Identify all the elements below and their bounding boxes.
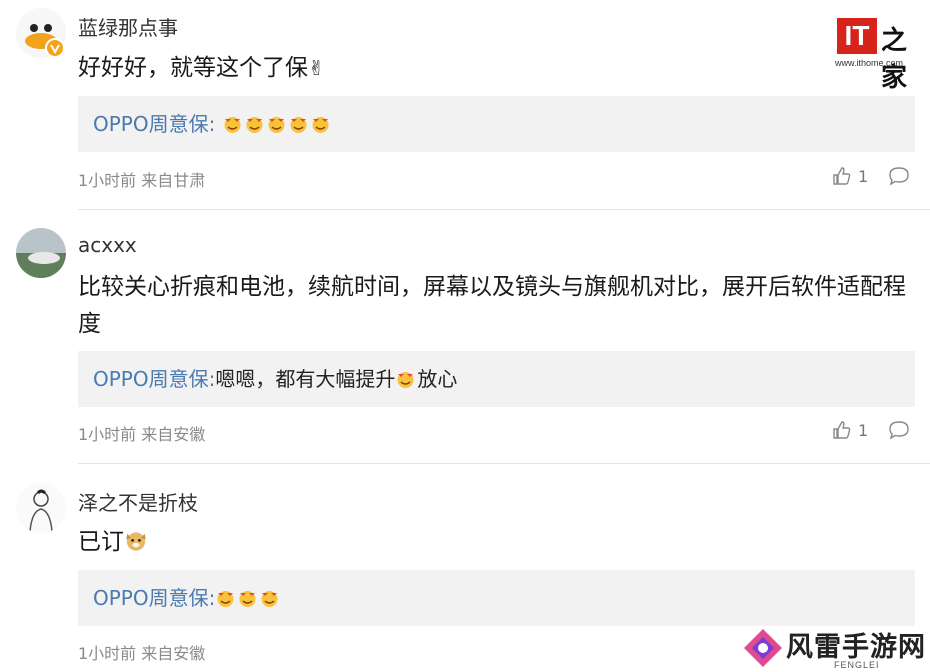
victory-hand-emoji-icon: ✌ [308, 56, 325, 80]
reply-text: 放心 [417, 367, 458, 391]
like-count: 1 [858, 420, 869, 440]
like-count: 1 [858, 166, 869, 186]
username[interactable]: 泽之不是折枝 [78, 487, 198, 516]
fenglei-watermark: 风雷手游网 FENGLEI [742, 625, 927, 672]
hearts-face-emoji-icon [224, 117, 241, 133]
comment-text: 已订 [78, 524, 908, 561]
username[interactable]: 蓝绿那点事 [78, 12, 178, 41]
thumbs-up-icon [833, 421, 851, 439]
hearts-face-emoji-icon [268, 117, 285, 133]
divider [78, 209, 930, 210]
reply-author[interactable]: OPPO周意保: [78, 367, 215, 391]
hearts-face-emoji-icon [217, 591, 234, 607]
avatar[interactable] [16, 228, 66, 278]
divider [78, 463, 930, 464]
reply-text: 嗯嗯，都有大幅提升 [215, 367, 396, 391]
landscape-avatar-icon [16, 228, 66, 278]
reply-box[interactable]: OPPO周意保:嗯嗯，都有大幅提升 放心 [78, 351, 915, 407]
thumbs-up-icon [833, 167, 851, 185]
comment-text-content: 好好好，就等这个了保 [78, 55, 308, 81]
ithome-logo-mark: IT [837, 18, 877, 54]
comment-bubble-icon[interactable] [888, 420, 910, 440]
comment-text: 比较关心折痕和电池，续航时间，屏幕以及镜头与旗舰机对比，展开后软件适配程度 [78, 274, 906, 337]
watermark-name: 风雷手游网 [786, 632, 926, 663]
verified-badge-icon [45, 38, 65, 58]
comment-text: 好好好，就等这个了保✌ [78, 50, 908, 87]
like-button[interactable]: 1 [832, 420, 868, 440]
username[interactable]: acxxx [78, 233, 137, 257]
fenglei-logo-icon [744, 629, 782, 667]
reply-author[interactable]: OPPO周意保: [78, 112, 215, 136]
hearts-face-emoji-icon [261, 591, 278, 607]
reply-box[interactable]: OPPO周意保: [78, 570, 915, 626]
reply-box[interactable]: OPPO周意保: [78, 96, 915, 152]
hearts-face-emoji-icon [239, 591, 256, 607]
emoji-group [215, 586, 281, 610]
emoji-group [215, 112, 331, 136]
comment-meta: 1小时前 来自甘肃 [78, 171, 206, 190]
hearts-face-emoji-icon [397, 372, 414, 388]
hearts-face-emoji-icon [312, 117, 329, 133]
hearts-face-emoji-icon [246, 117, 263, 133]
comment-meta: 1小时前 来自安徽 [78, 644, 206, 663]
comment-meta: 1小时前 来自安徽 [78, 425, 206, 444]
comment-bubble-icon[interactable] [888, 166, 910, 186]
sketch-person-avatar-icon [16, 483, 66, 533]
avatar[interactable] [16, 483, 66, 533]
comment-text-content: 已订 [78, 529, 124, 555]
hearts-face-emoji-icon [290, 117, 307, 133]
reply-author[interactable]: OPPO周意保: [78, 586, 215, 610]
like-button[interactable]: 1 [832, 166, 868, 186]
doge-emoji-icon [126, 532, 146, 551]
watermark-sub: FENGLEI [834, 660, 880, 670]
